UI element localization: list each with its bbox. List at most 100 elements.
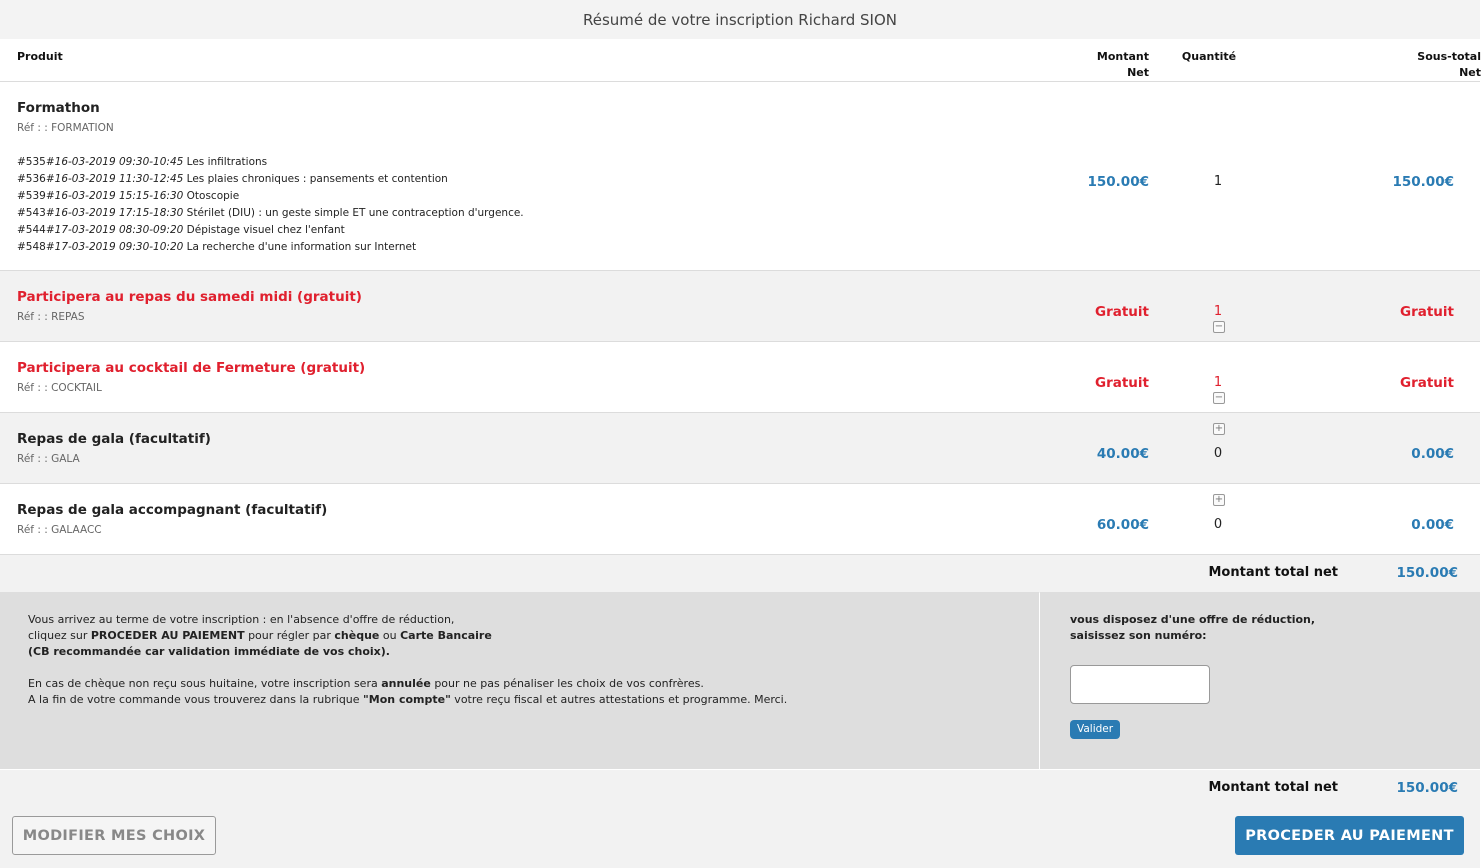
session-item: #539#16-03-2019 15:15-16:30 Otoscopie xyxy=(17,188,524,205)
col-header-sous-total-l1: Sous-total xyxy=(1417,50,1481,63)
session-title: Les plaies chroniques : pansements et co… xyxy=(186,173,448,185)
product-ref: Réf : : COCKTAIL xyxy=(17,382,102,394)
info-text-segment: A la fin de votre commande vous trouvere… xyxy=(28,693,364,706)
col-header-produit: Produit xyxy=(17,50,63,63)
info-line: Vous arrivez au terme de votre inscripti… xyxy=(28,613,455,626)
quantity-increase-button[interactable]: + xyxy=(1213,494,1225,506)
info-text-segment: pour régler par xyxy=(244,629,335,642)
promo-label-line: saisissez son numéro: xyxy=(1070,629,1207,642)
quantity-decrease-button[interactable]: − xyxy=(1213,392,1225,404)
table-row: Repas de gala accompagnant (facultatif) … xyxy=(0,484,1480,555)
session-id: #536# xyxy=(17,173,55,185)
unit-price: Gratuit xyxy=(1095,375,1149,391)
row-subtotal: Gratuit xyxy=(1400,375,1454,391)
session-title: Stérilet (DIU) : un geste simple ET une … xyxy=(186,207,524,219)
total-value: 150.00€ xyxy=(1396,565,1459,581)
info-text-segment: ou xyxy=(379,629,401,642)
page-title: Résumé de votre inscription Richard SION xyxy=(0,0,1480,39)
col-header-sous-total-l2: Net xyxy=(1459,66,1481,79)
product-name: Formathon xyxy=(17,100,100,116)
promo-code-input[interactable] xyxy=(1070,665,1210,704)
info-paragraph: En cas de chèque non reçu sous huitaine,… xyxy=(28,676,787,708)
session-id: #535# xyxy=(17,156,55,168)
col-header-sous-total: Sous-total Net xyxy=(1340,49,1481,81)
product-name: Participera au repas du samedi midi (gra… xyxy=(17,289,362,305)
session-id: #543# xyxy=(17,207,55,219)
validate-button[interactable]: Valider xyxy=(1070,720,1121,739)
quantity-value: 0 xyxy=(1213,517,1223,532)
info-emphasis: chèque xyxy=(334,629,380,642)
promo-label-line: vous disposez d'une offre de réduction, xyxy=(1070,613,1316,626)
total-bar: Montant total net 150.00€ xyxy=(0,770,1480,808)
quantity-value: 1 xyxy=(1213,304,1223,319)
session-date: 16-03-2019 15:15-16:30 xyxy=(54,190,184,202)
total-value: 150.00€ xyxy=(1396,780,1459,796)
info-line: cliquez sur PROCEDER AU PAIEMENT pour ré… xyxy=(28,628,787,644)
unit-price: 150.00€ xyxy=(1087,174,1150,190)
quantity-value: 1 xyxy=(1213,375,1223,390)
promo-label: vous disposez d'une offre de réduction, … xyxy=(1070,612,1315,644)
session-date: 16-03-2019 09:30-10:45 xyxy=(54,156,184,168)
product-name: Repas de gala (facultatif) xyxy=(17,431,211,447)
total-label: Montant total net xyxy=(1208,565,1338,580)
quantity-decrease-button[interactable]: − xyxy=(1213,321,1225,333)
session-list: #535#16-03-2019 09:30-10:45 Les infiltra… xyxy=(17,154,524,256)
product-name: Participera au cocktail de Fermeture (gr… xyxy=(17,360,366,376)
table-row: Participera au repas du samedi midi (gra… xyxy=(0,271,1480,342)
row-subtotal: 0.00€ xyxy=(1411,517,1454,533)
row-subtotal: Gratuit xyxy=(1400,304,1454,320)
table-row: Formathon Réf : : FORMATION #535#16-03-2… xyxy=(0,82,1480,271)
info-text: Vous arrivez au terme de votre inscripti… xyxy=(28,612,787,724)
unit-price: 60.00€ xyxy=(1096,517,1149,533)
proceed-payment-button[interactable]: PROCEDER AU PAIEMENT xyxy=(1235,816,1464,855)
info-paragraph: Vous arrivez au terme de votre inscripti… xyxy=(28,612,787,660)
session-id: #544# xyxy=(17,224,55,236)
info-emphasis: Carte Bancaire xyxy=(400,629,492,642)
session-title: Dépistage visuel chez l'enfant xyxy=(186,224,345,236)
unit-price: Gratuit xyxy=(1095,304,1149,320)
product-ref: Réf : : FORMATION xyxy=(17,122,114,134)
col-header-montant: Montant Net xyxy=(1060,49,1149,81)
info-line: A la fin de votre commande vous trouvere… xyxy=(28,692,787,708)
modify-choices-button[interactable]: MODIFIER MES CHOIX xyxy=(12,816,216,855)
info-emphasis: PROCEDER AU PAIEMENT xyxy=(90,629,245,642)
session-item: #544#17-03-2019 08:30-09:20 Dépistage vi… xyxy=(17,222,524,239)
info-line: (CB recommandée car validation immédiate… xyxy=(28,645,390,658)
info-text-segment: pour ne pas pénaliser les choix de vos c… xyxy=(430,677,704,690)
col-header-montant-l1: Montant xyxy=(1096,50,1149,63)
footer-bar: Montant total net 150.00€ MODIFIER MES C… xyxy=(0,770,1480,868)
total-bar: Montant total net 150.00€ xyxy=(0,555,1480,593)
session-id: #539# xyxy=(17,190,55,202)
total-label: Montant total net xyxy=(1208,780,1338,795)
info-panel: Vous arrivez au terme de votre inscripti… xyxy=(0,592,1039,769)
session-item: #548#17-03-2019 09:30-10:20 La recherche… xyxy=(17,239,524,256)
session-date: 17-03-2019 09:30-10:20 xyxy=(54,241,184,253)
info-text-segment: votre reçu fiscal et autres attestations… xyxy=(450,693,788,706)
session-item: #536#16-03-2019 11:30-12:45 Les plaies c… xyxy=(17,171,524,188)
info-line: En cas de chèque non reçu sous huitaine,… xyxy=(28,676,787,692)
info-text-segment: En cas de chèque non reçu sous huitaine,… xyxy=(28,677,382,690)
session-id: #548# xyxy=(17,241,55,253)
quantity-value: 0 xyxy=(1213,446,1223,461)
product-ref: Réf : : REPAS xyxy=(17,311,85,323)
table-row: Participera au cocktail de Fermeture (gr… xyxy=(0,342,1480,413)
quantity-value: 1 xyxy=(1213,174,1223,189)
session-title: La recherche d'une information sur Inter… xyxy=(186,241,417,253)
info-emphasis: "Mon compte" xyxy=(363,693,451,706)
session-date: 17-03-2019 08:30-09:20 xyxy=(54,224,184,236)
row-subtotal: 150.00€ xyxy=(1392,174,1455,190)
session-date: 16-03-2019 17:15-18:30 xyxy=(54,207,184,219)
quantity-increase-button[interactable]: + xyxy=(1213,423,1225,435)
session-title: Otoscopie xyxy=(186,190,240,202)
table-row: Repas de gala (facultatif) Réf : : GALA … xyxy=(0,413,1480,484)
unit-price: 40.00€ xyxy=(1096,446,1149,462)
promo-panel: vous disposez d'une offre de réduction, … xyxy=(1040,592,1480,769)
product-name: Repas de gala accompagnant (facultatif) xyxy=(17,502,328,518)
col-header-quantite: Quantité xyxy=(1181,50,1237,63)
session-item: #543#16-03-2019 17:15-18:30 Stérilet (DI… xyxy=(17,205,524,222)
session-item: #535#16-03-2019 09:30-10:45 Les infiltra… xyxy=(17,154,524,171)
info-text-segment: cliquez sur xyxy=(28,629,91,642)
row-subtotal: 0.00€ xyxy=(1411,446,1454,462)
product-ref: Réf : : GALAACC xyxy=(17,524,102,536)
table-header: Produit Montant Net Quantité Sous-total … xyxy=(0,39,1481,82)
